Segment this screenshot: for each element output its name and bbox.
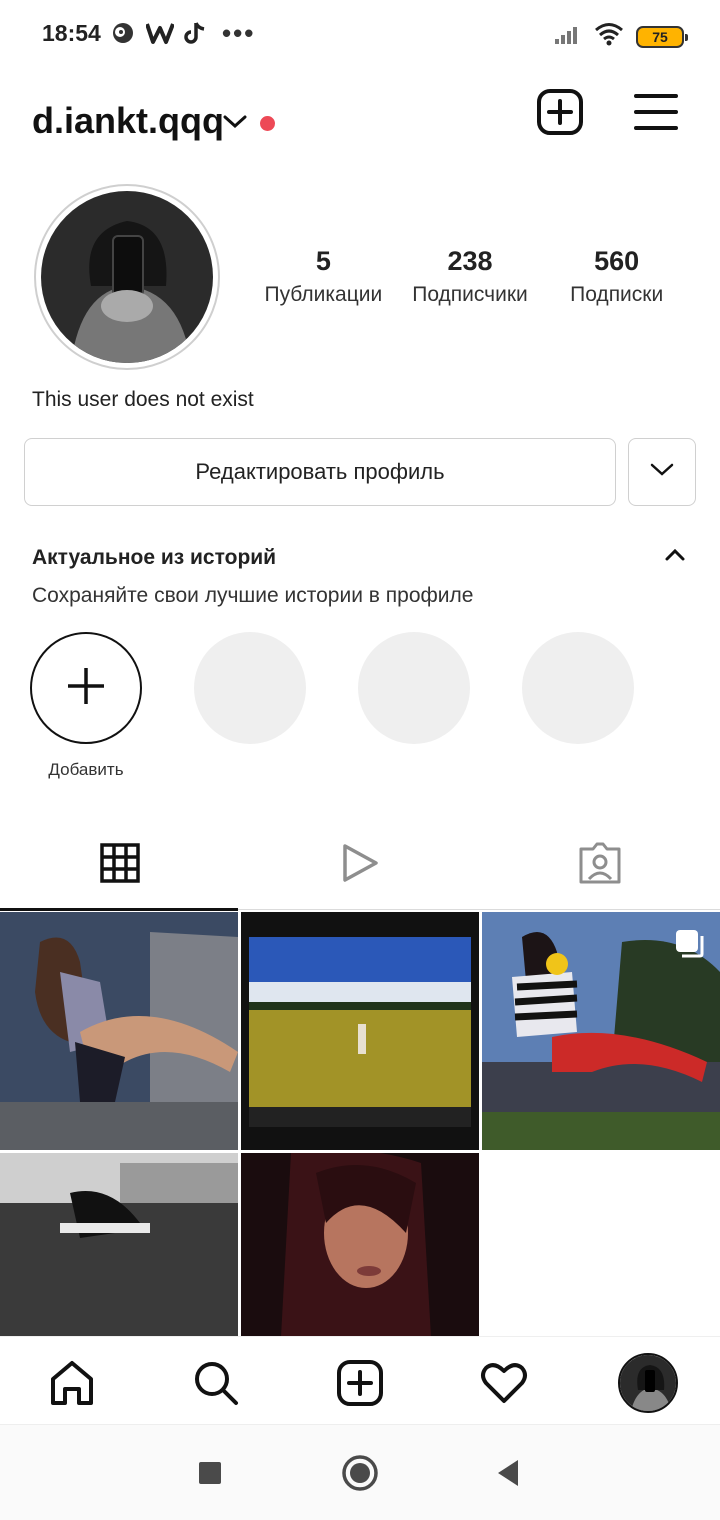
stat-followers[interactable]: 238 Подписчики (397, 246, 544, 307)
wifi-icon (594, 22, 624, 51)
battery-icon: 75 (636, 25, 688, 48)
post-thumbnail[interactable] (0, 1153, 238, 1337)
back-icon[interactable] (486, 1451, 530, 1495)
profile-header: d.iankt.qqq (0, 82, 720, 158)
moon-icon (110, 20, 136, 46)
suggestions-toggle-button[interactable] (628, 438, 696, 506)
post-thumbnail[interactable] (241, 912, 479, 1150)
clock: 18:54 (42, 20, 101, 46)
highlights-title: Актуальное из историй (32, 546, 277, 569)
add-highlight-button[interactable] (30, 632, 142, 744)
edit-profile-button[interactable]: Редактировать профиль (24, 438, 616, 506)
more-dots-icon: ••• (222, 18, 256, 48)
stat-posts[interactable]: 5 Публикации (250, 246, 397, 307)
tab-tagged[interactable] (480, 820, 720, 910)
recents-icon[interactable] (188, 1451, 232, 1495)
add-highlight-label: Добавить (48, 760, 124, 779)
post-thumbnail[interactable] (241, 1153, 479, 1337)
plus-icon (66, 666, 106, 711)
add-post-icon[interactable] (536, 88, 584, 141)
highlight-placeholder (522, 632, 634, 744)
profile-stats: 5 Публикации 238 Подписчики 560 Подписки (250, 246, 690, 307)
heart-icon[interactable] (472, 1351, 536, 1415)
profile-avatar[interactable] (616, 1351, 680, 1415)
bottom-navigation (0, 1336, 720, 1424)
highlight-placeholder (194, 632, 306, 744)
chevron-down-icon (650, 463, 674, 482)
posts-label: Публикации (264, 283, 383, 306)
grid-icon (100, 842, 140, 888)
menu-icon[interactable] (634, 92, 678, 137)
post-thumbnail[interactable] (482, 912, 720, 1150)
followers-label: Подписчики (412, 283, 528, 306)
w-app-icon (146, 21, 174, 45)
tiktok-icon (184, 21, 206, 45)
home-icon[interactable] (40, 1351, 104, 1415)
system-navigation-bar (0, 1424, 720, 1520)
reels-icon (340, 842, 380, 889)
following-label: Подписки (570, 283, 664, 306)
home-button-icon[interactable] (338, 1451, 382, 1495)
carousel-icon (674, 928, 706, 965)
highlights-subtitle: Сохраняйте свои лучшие истории в профиле (32, 584, 474, 607)
chevron-down-icon[interactable] (222, 114, 248, 135)
status-bar: 18:54 ••• 75 (0, 0, 720, 68)
post-thumbnail[interactable] (0, 912, 238, 1150)
avatar-image (41, 191, 213, 363)
chevron-up-icon[interactable] (664, 548, 686, 567)
following-count: 560 (594, 246, 640, 276)
profile-avatar[interactable] (34, 184, 220, 370)
posts-count: 5 (315, 246, 331, 276)
highlight-placeholder (358, 632, 470, 744)
tagged-icon (577, 841, 623, 890)
tab-posts-grid[interactable] (0, 820, 240, 911)
stat-following[interactable]: 560 Подписки (543, 246, 690, 307)
profile-tabs (0, 820, 720, 911)
signal-icon (554, 23, 582, 50)
profile-bio: This user does not exist (32, 388, 254, 411)
add-post-icon[interactable] (328, 1351, 392, 1415)
notification-dot (260, 116, 275, 131)
username[interactable]: d.iankt.qqq (32, 100, 224, 142)
tab-reels[interactable] (240, 820, 480, 910)
followers-count: 238 (447, 246, 493, 276)
search-icon[interactable] (184, 1351, 248, 1415)
